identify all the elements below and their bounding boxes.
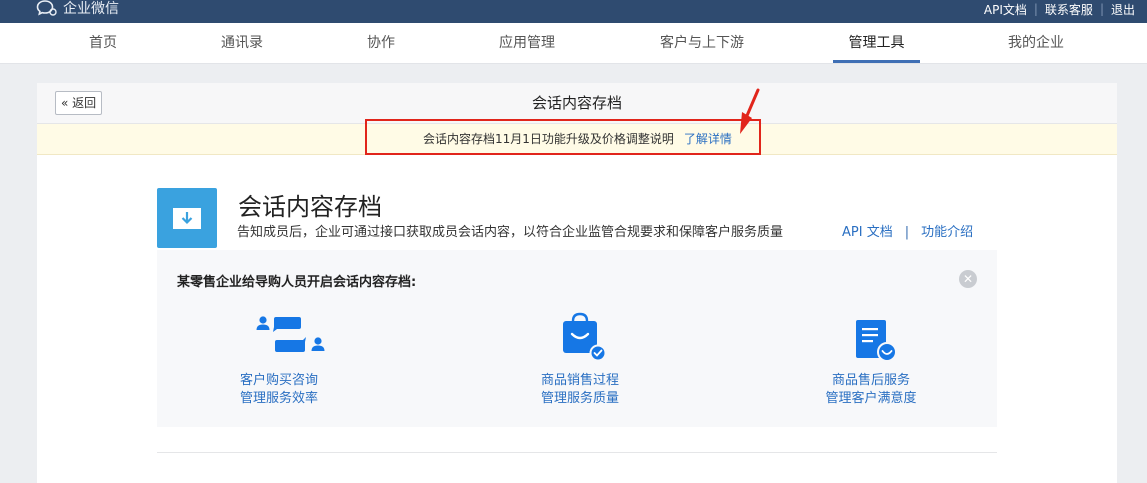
archive-app-icon <box>157 188 217 248</box>
annotation-arrow-icon <box>740 88 760 134</box>
nav-collaboration[interactable]: 协作 <box>367 23 395 63</box>
logout-link[interactable]: 退出 <box>1111 1 1135 18</box>
separator: | <box>1099 2 1104 16</box>
feature-line1: 商品售后服务 <box>831 373 910 388</box>
app-description: 告知成员后，企业可通过接口获取成员会话内容，以符合企业监管合规要求和保障客户服务… <box>237 225 784 240</box>
main-nav: 首页 通讯录 协作 应用管理 客户与上下游 管理工具 我的企业 <box>0 23 1147 64</box>
feature-line2: 管理客户满意度 <box>825 391 917 406</box>
nav-home[interactable]: 首页 <box>89 23 117 63</box>
page-title: 会话内容存档 <box>531 94 622 112</box>
close-icon[interactable]: ✕ <box>959 270 977 288</box>
nav-app-management[interactable]: 应用管理 <box>499 23 555 63</box>
wecom-logo-icon <box>36 0 57 16</box>
notice-details-link[interactable]: 了解详情 <box>684 132 732 146</box>
nav-management-tools[interactable]: 管理工具 <box>833 23 920 63</box>
nav-my-enterprise[interactable]: 我的企业 <box>1008 23 1064 63</box>
feature-line1: 客户购买咨询 <box>239 373 318 388</box>
inbox-download-icon <box>173 208 201 229</box>
api-docs-link[interactable]: API 文档 <box>842 225 893 240</box>
logo-text: 企业微信 <box>63 1 119 17</box>
separator: | <box>1033 2 1038 16</box>
feature-item: 客户购买咨询 管理服务效率 <box>179 310 379 408</box>
divider <box>157 452 997 453</box>
nav-contacts[interactable]: 通讯录 <box>221 23 263 63</box>
top-links: API文档 | 联系客服 | 退出 <box>984 0 1135 18</box>
feature-intro-link[interactable]: 功能介绍 <box>921 225 973 240</box>
app-title: 会话内容存档 <box>238 193 382 221</box>
case-study-card: 某零售企业给导购人员开启会话内容存档: ✕ 客户购买咨询 管理服务效率 商品销售… <box>157 250 997 427</box>
nav-customers[interactable]: 客户与上下游 <box>660 23 744 63</box>
api-docs-link[interactable]: API文档 <box>984 1 1027 18</box>
back-button[interactable]: « 返回 <box>55 91 103 115</box>
feature-line2: 管理服务效率 <box>239 391 318 406</box>
feature-item: 商品售后服务 管理客户满意度 <box>771 310 971 408</box>
notice-bar: 会话内容存档11月1日功能升级及价格调整说明 了解详情 <box>37 119 1117 155</box>
top-bar: 企业微信 API文档 | 联系客服 | 退出 <box>0 0 1147 23</box>
shopping-bag-check-icon <box>480 310 680 368</box>
panel-header: 会话内容存档 « 返回 <box>37 83 1117 124</box>
document-smile-icon <box>771 310 971 368</box>
feature-line2: 管理服务质量 <box>540 391 619 406</box>
app-links: API 文档 | 功能介绍 <box>842 221 973 240</box>
case-title: 某零售企业给导购人员开启会话内容存档: <box>177 275 417 290</box>
notice-message: 会话内容存档11月1日功能升级及价格调整说明 <box>423 132 674 146</box>
separator: | <box>904 225 910 240</box>
chat-users-icon <box>179 310 379 368</box>
feature-item: 商品销售过程 管理服务质量 <box>480 310 680 408</box>
feature-line1: 商品销售过程 <box>540 373 619 388</box>
notice-text: 会话内容存档11月1日功能升级及价格调整说明 了解详情 <box>423 124 732 154</box>
logo[interactable]: 企业微信 <box>36 0 119 18</box>
contact-support-link[interactable]: 联系客服 <box>1045 1 1093 18</box>
